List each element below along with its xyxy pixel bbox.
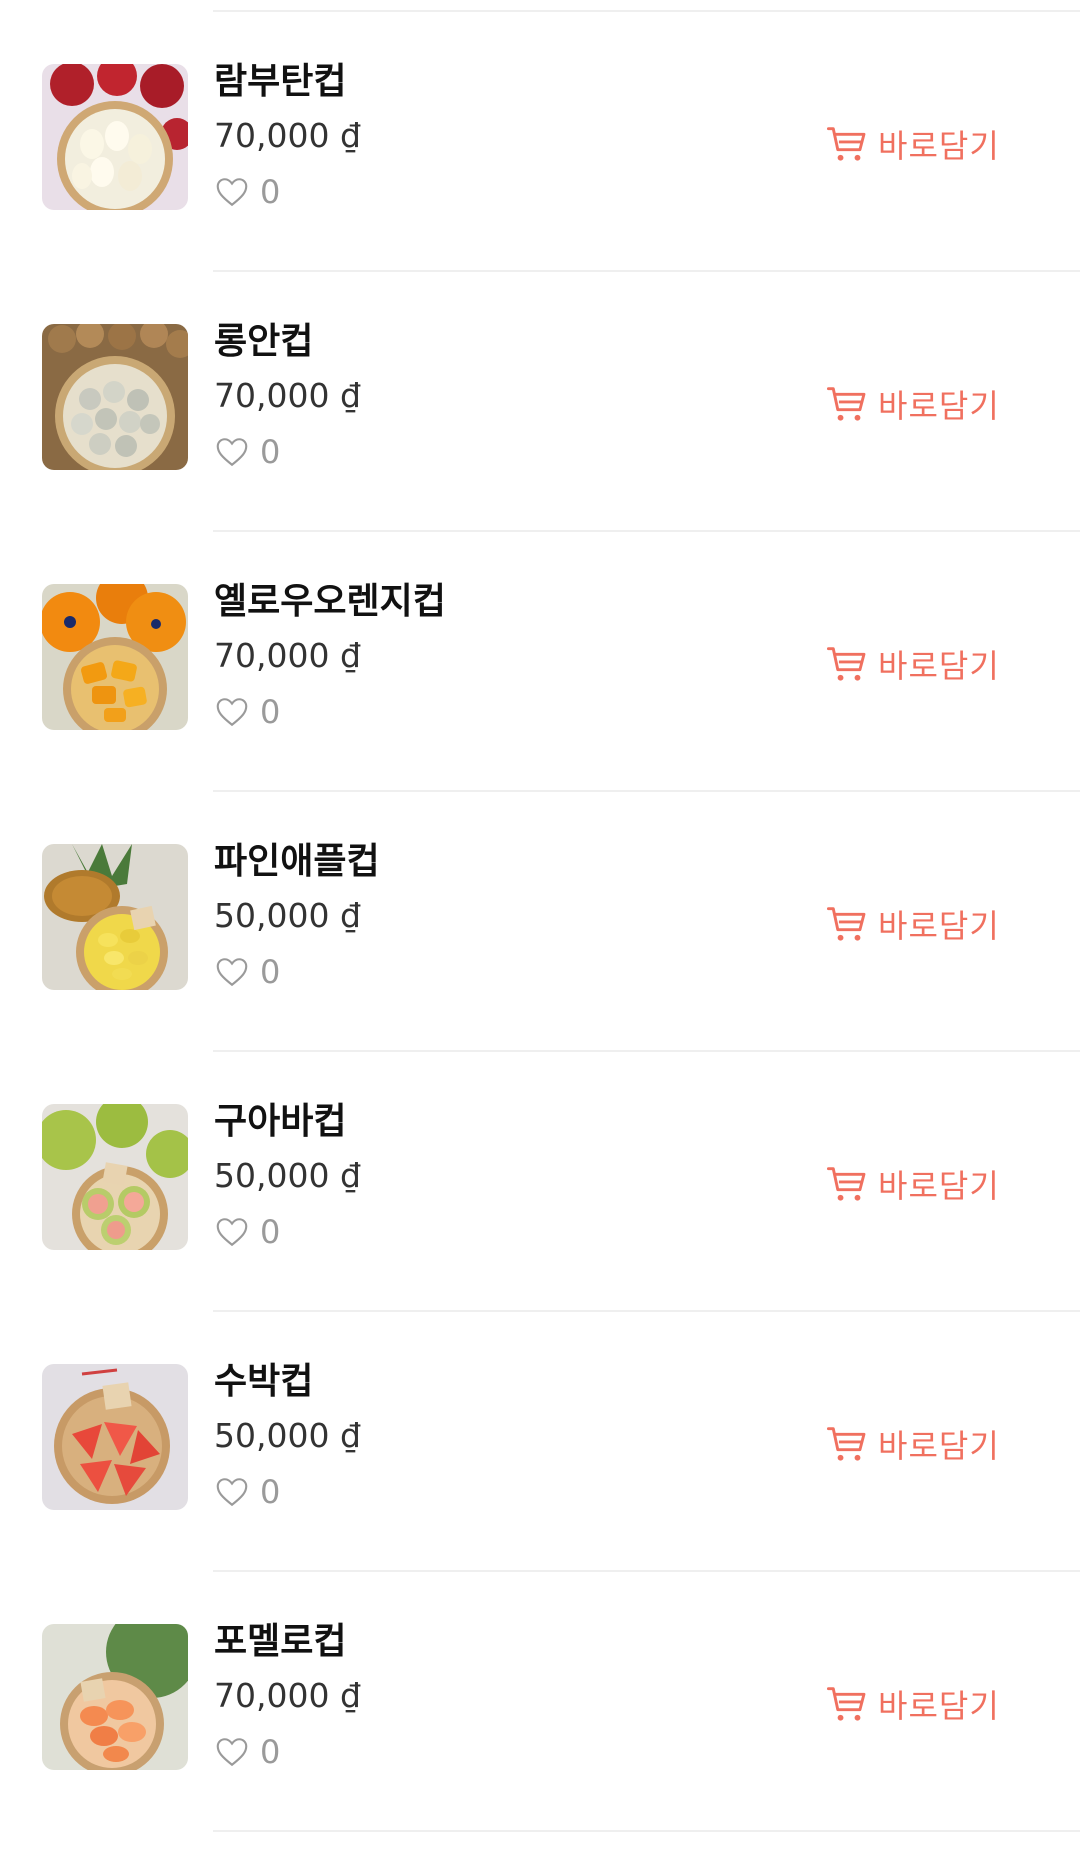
cart-icon: [826, 1167, 866, 1201]
cart-icon: [826, 1427, 866, 1461]
product-name[interactable]: 파인애플컵: [214, 838, 380, 886]
add-to-cart-label: 바로담기: [878, 1167, 1000, 1205]
like-button[interactable]: 0: [214, 1210, 361, 1254]
product-thumbnail[interactable]: [42, 584, 188, 730]
product-item[interactable]: 롱안컵 70,000 ₫ 0 바로담기: [0, 272, 1080, 532]
product-price: 70,000 ₫: [214, 376, 361, 415]
product-price: 50,000 ₫: [214, 1156, 361, 1195]
add-to-cart-button[interactable]: 바로담기: [826, 640, 1000, 688]
heart-icon: [216, 1738, 248, 1767]
product-thumbnail[interactable]: [42, 1364, 188, 1510]
product-price: 70,000 ₫: [214, 116, 361, 155]
product-info: 파인애플컵 50,000 ₫ 0: [214, 838, 380, 994]
add-to-cart-button[interactable]: 바로담기: [826, 900, 1000, 948]
product-item[interactable]: 파인애플컵 50,000 ₫ 0 바로담기: [0, 792, 1080, 1052]
product-list: 람부탄컵 70,000 ₫ 0 바로담기 롱안컵 70,000 ₫ 0 바로담기…: [0, 12, 1080, 1832]
add-to-cart-button[interactable]: 바로담기: [826, 380, 1000, 428]
product-name[interactable]: 구아바컵: [214, 1098, 361, 1146]
like-button[interactable]: 0: [214, 170, 361, 214]
product-name[interactable]: 포멜로컵: [214, 1618, 361, 1666]
product-info: 옐로우오렌지컵 70,000 ₫ 0: [214, 578, 446, 734]
product-price: 50,000 ₫: [214, 896, 361, 935]
product-info: 롱안컵 70,000 ₫ 0: [214, 318, 361, 474]
product-info: 구아바컵 50,000 ₫ 0: [214, 1098, 361, 1254]
heart-icon: [216, 438, 248, 467]
add-to-cart-button[interactable]: 바로담기: [826, 1680, 1000, 1728]
cart-icon: [826, 127, 866, 161]
like-button[interactable]: 0: [214, 690, 446, 734]
like-count: 0: [260, 1473, 281, 1511]
product-thumbnail[interactable]: [42, 1104, 188, 1250]
product-name[interactable]: 옐로우오렌지컵: [214, 578, 446, 626]
like-count: 0: [260, 433, 281, 471]
like-count: 0: [260, 693, 281, 731]
product-item[interactable]: 옐로우오렌지컵 70,000 ₫ 0 바로담기: [0, 532, 1080, 792]
cart-icon: [826, 907, 866, 941]
add-to-cart-label: 바로담기: [878, 1427, 1000, 1465]
add-to-cart-label: 바로담기: [878, 387, 1000, 425]
product-info: 수박컵 50,000 ₫ 0: [214, 1358, 361, 1514]
product-price: 70,000 ₫: [214, 1676, 361, 1715]
heart-icon: [216, 1478, 248, 1507]
cart-icon: [826, 387, 866, 421]
add-to-cart-button[interactable]: 바로담기: [826, 1160, 1000, 1208]
product-item[interactable]: 구아바컵 50,000 ₫ 0 바로담기: [0, 1052, 1080, 1312]
product-info: 람부탄컵 70,000 ₫ 0: [214, 58, 361, 214]
product-name[interactable]: 수박컵: [214, 1358, 361, 1406]
like-button[interactable]: 0: [214, 1470, 361, 1514]
add-to-cart-label: 바로담기: [878, 907, 1000, 945]
product-price: 70,000 ₫: [214, 636, 361, 675]
heart-icon: [216, 178, 248, 207]
like-count: 0: [260, 953, 281, 991]
add-to-cart-label: 바로담기: [878, 127, 1000, 165]
cart-icon: [826, 1687, 866, 1721]
like-button[interactable]: 0: [214, 430, 361, 474]
add-to-cart-button[interactable]: 바로담기: [826, 1420, 1000, 1468]
heart-icon: [216, 698, 248, 727]
product-thumbnail[interactable]: [42, 844, 188, 990]
product-info: 포멜로컵 70,000 ₫ 0: [214, 1618, 361, 1774]
heart-icon: [216, 1218, 248, 1247]
like-button[interactable]: 0: [214, 1730, 361, 1774]
like-count: 0: [260, 1213, 281, 1251]
row-divider: [213, 1830, 1080, 1832]
product-thumbnail[interactable]: [42, 64, 188, 210]
product-name[interactable]: 롱안컵: [214, 318, 361, 366]
product-thumbnail[interactable]: [42, 1624, 188, 1770]
product-name[interactable]: 람부탄컵: [214, 58, 361, 106]
product-item[interactable]: 포멜로컵 70,000 ₫ 0 바로담기: [0, 1572, 1080, 1832]
like-count: 0: [260, 1733, 281, 1771]
add-to-cart-button[interactable]: 바로담기: [826, 120, 1000, 168]
heart-icon: [216, 958, 248, 987]
product-item[interactable]: 수박컵 50,000 ₫ 0 바로담기: [0, 1312, 1080, 1572]
like-button[interactable]: 0: [214, 950, 380, 994]
add-to-cart-label: 바로담기: [878, 1687, 1000, 1725]
product-price: 50,000 ₫: [214, 1416, 361, 1455]
cart-icon: [826, 647, 866, 681]
like-count: 0: [260, 173, 281, 211]
product-item[interactable]: 람부탄컵 70,000 ₫ 0 바로담기: [0, 12, 1080, 272]
product-thumbnail[interactable]: [42, 324, 188, 470]
add-to-cart-label: 바로담기: [878, 647, 1000, 685]
